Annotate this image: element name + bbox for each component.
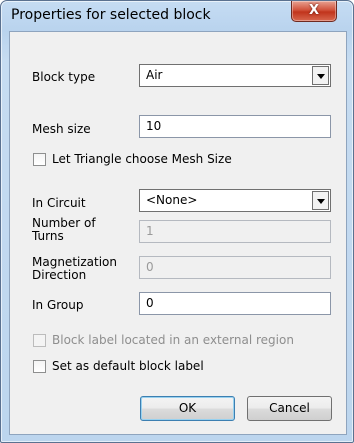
block-type-value: Air — [146, 68, 163, 82]
number-of-turns-label: Number of Turns — [32, 217, 96, 243]
in-group-label: In Group — [32, 298, 84, 312]
dialog-title: Properties for selected block — [11, 7, 211, 23]
in-group-field[interactable]: 0 — [139, 292, 331, 315]
triangle-mesh-checkbox[interactable] — [33, 153, 46, 166]
external-region-checkbox — [33, 334, 46, 347]
close-icon: X — [308, 3, 320, 18]
mesh-size-field[interactable]: 10 — [139, 115, 331, 138]
number-of-turns-label-line2: Turns — [32, 229, 64, 243]
external-region-label: Block label located in an external regio… — [52, 333, 294, 347]
in-circuit-value: <None> — [146, 193, 198, 207]
block-type-select[interactable]: Air — [139, 64, 331, 87]
properties-dialog: Properties for selected block X Block ty… — [0, 0, 354, 443]
dialog-body: Block type Air Mesh size 10 Let Triangle… — [9, 31, 347, 435]
cancel-button[interactable]: Cancel — [247, 396, 332, 421]
magnetization-direction-label: Magnetization Direction — [32, 256, 117, 282]
magnetization-direction-field: 0 — [139, 256, 331, 279]
triangle-mesh-label: Let Triangle choose Mesh Size — [52, 152, 232, 166]
default-block-label-label: Set as default block label — [52, 359, 204, 373]
chevron-down-icon[interactable] — [312, 66, 329, 85]
close-button[interactable]: X — [291, 1, 337, 22]
in-circuit-select[interactable]: <None> — [139, 189, 331, 212]
ok-button[interactable]: OK — [140, 396, 235, 421]
block-type-label: Block type — [32, 70, 96, 84]
in-circuit-label: In Circuit — [32, 196, 86, 210]
magnetization-direction-label-line2: Direction — [32, 268, 87, 282]
mesh-size-label: Mesh size — [32, 122, 91, 136]
chevron-down-icon[interactable] — [312, 191, 329, 210]
number-of-turns-field: 1 — [139, 220, 331, 243]
default-block-label-checkbox[interactable] — [33, 360, 46, 373]
